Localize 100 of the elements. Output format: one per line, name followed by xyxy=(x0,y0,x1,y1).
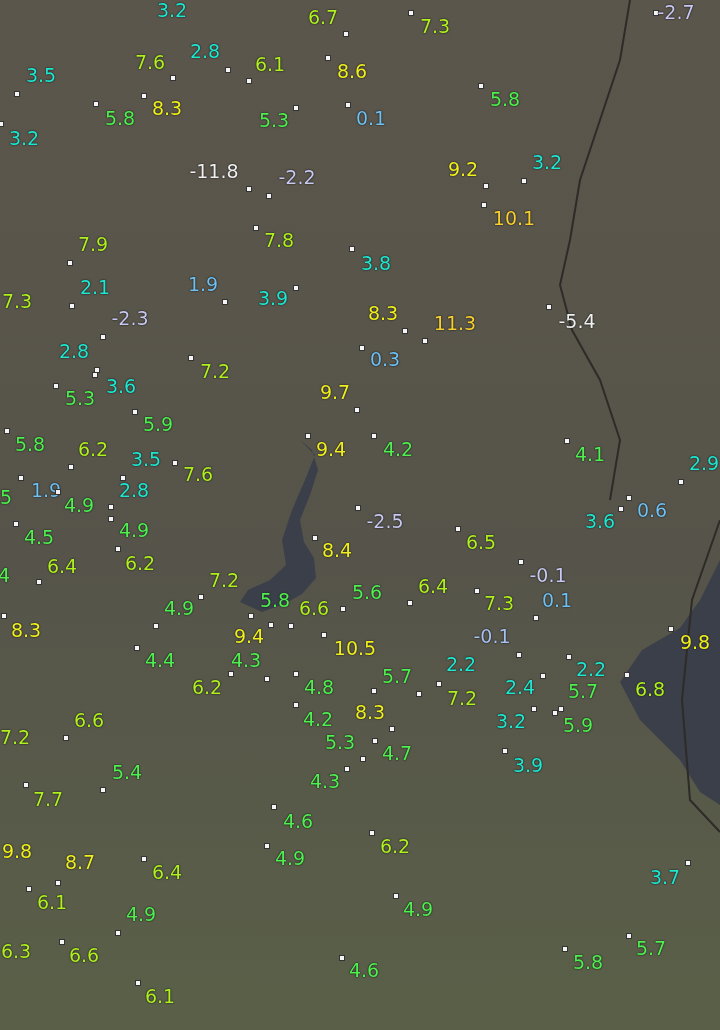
temperature-label: 5.8 xyxy=(104,107,136,129)
station-marker xyxy=(100,787,106,793)
temperature-label: 7.3 xyxy=(419,15,451,37)
temperature-label: 5.8 xyxy=(489,88,521,110)
temperature-label: -2.3 xyxy=(111,307,149,329)
station-marker xyxy=(360,756,366,762)
station-marker xyxy=(100,334,106,340)
temperature-label: 5 xyxy=(0,486,13,508)
temperature-label: 6.1 xyxy=(144,985,176,1007)
temperature-label: 4.9 xyxy=(163,597,195,619)
temperature-label: 4.5 xyxy=(23,526,55,548)
station-marker xyxy=(293,702,299,708)
temperature-label: 9.8 xyxy=(1,840,33,862)
station-marker xyxy=(422,338,428,344)
station-marker xyxy=(626,495,632,501)
station-marker xyxy=(225,67,231,73)
temperature-label: 5.3 xyxy=(324,731,356,753)
temperature-label: 6.8 xyxy=(634,678,666,700)
temperature-label: 5.7 xyxy=(381,665,413,687)
temperature-label: 6.4 xyxy=(46,555,78,577)
station-marker xyxy=(502,748,508,754)
temperature-label: -0.1 xyxy=(473,625,511,647)
station-marker xyxy=(321,632,327,638)
station-marker xyxy=(349,246,355,252)
station-marker xyxy=(26,886,32,892)
station-marker xyxy=(93,101,99,107)
temperature-label: 9.4 xyxy=(315,438,347,460)
station-marker xyxy=(624,672,630,678)
temperature-label: 5.8 xyxy=(259,589,291,611)
temperature-label: 9.4 xyxy=(233,625,265,647)
temperature-label: 7.8 xyxy=(263,229,295,251)
temperature-label: 6.2 xyxy=(77,438,109,460)
temperature-label: 8.3 xyxy=(151,97,183,119)
station-marker xyxy=(271,804,277,810)
station-marker xyxy=(343,31,349,37)
station-marker xyxy=(135,980,141,986)
temperature-label: 8.3 xyxy=(354,701,386,723)
station-marker xyxy=(172,460,178,466)
temperature-label: 2.2 xyxy=(445,653,477,675)
temperature-label: 6.2 xyxy=(379,835,411,857)
temperature-label: 3.6 xyxy=(584,510,616,532)
temperature-label: 2.8 xyxy=(189,40,221,62)
temperature-label: 10.1 xyxy=(492,207,536,229)
station-marker xyxy=(120,475,126,481)
temperature-label: 5.4 xyxy=(111,761,143,783)
station-marker xyxy=(407,600,413,606)
temperature-label: 5.8 xyxy=(572,951,604,973)
temperature-label: 2.8 xyxy=(58,340,90,362)
station-marker xyxy=(481,202,487,208)
temperature-label: 9.2 xyxy=(447,158,479,180)
temperature-label: 6.4 xyxy=(417,575,449,597)
temperature-label: 4.6 xyxy=(282,810,314,832)
temperature-label: 6.6 xyxy=(298,597,330,619)
temperature-label: 8.4 xyxy=(321,539,353,561)
station-marker xyxy=(626,933,632,939)
temperature-label: 2.8 xyxy=(118,479,150,501)
station-marker xyxy=(408,10,414,16)
station-marker xyxy=(13,521,19,527)
temperature-label: 3.7 xyxy=(649,866,681,888)
temperature-label: 6.6 xyxy=(73,709,105,731)
temperature-label: 5.9 xyxy=(562,714,594,736)
temperature-label: 9.8 xyxy=(679,631,711,653)
temperature-label: -2.7 xyxy=(657,1,695,23)
station-marker xyxy=(653,10,659,16)
temperature-label: 8.3 xyxy=(10,619,42,641)
station-marker xyxy=(344,766,350,772)
station-marker xyxy=(108,504,114,510)
temperature-label: 4.9 xyxy=(274,847,306,869)
station-marker xyxy=(371,688,377,694)
station-marker xyxy=(678,479,684,485)
temperature-label: 4.6 xyxy=(348,959,380,981)
temperature-label: -0.1 xyxy=(529,564,567,586)
temperature-label: 3.5 xyxy=(25,64,57,86)
temperature-label: 7.2 xyxy=(446,687,478,709)
temperature-label: 5.3 xyxy=(64,387,96,409)
temperature-label: 4.9 xyxy=(125,903,157,925)
temperature-label: 11.3 xyxy=(433,312,477,334)
temperature-label: 7.3 xyxy=(483,592,515,614)
temperature-label: 3.2 xyxy=(495,710,527,732)
station-marker xyxy=(228,671,234,677)
temperature-label: 9.7 xyxy=(319,381,351,403)
station-marker xyxy=(36,579,42,585)
temperature-label: 6.2 xyxy=(124,552,156,574)
temperature-label: 7.6 xyxy=(134,51,166,73)
station-marker xyxy=(372,738,378,744)
temperature-label: 5.9 xyxy=(142,413,174,435)
station-marker xyxy=(546,304,552,310)
temperature-label: 7.2 xyxy=(199,360,231,382)
temperature-label: 4.9 xyxy=(118,519,150,541)
temperature-label: 0.1 xyxy=(541,589,573,611)
station-marker xyxy=(268,622,274,628)
temperature-label: -5.4 xyxy=(558,310,596,332)
station-marker xyxy=(416,691,422,697)
station-marker xyxy=(55,489,61,495)
station-marker xyxy=(359,345,365,351)
temperature-label: 7.9 xyxy=(77,233,109,255)
temperature-label: 4.2 xyxy=(302,708,334,730)
station-marker xyxy=(618,506,624,512)
temperature-label: 4.1 xyxy=(574,443,606,465)
station-marker xyxy=(264,843,270,849)
